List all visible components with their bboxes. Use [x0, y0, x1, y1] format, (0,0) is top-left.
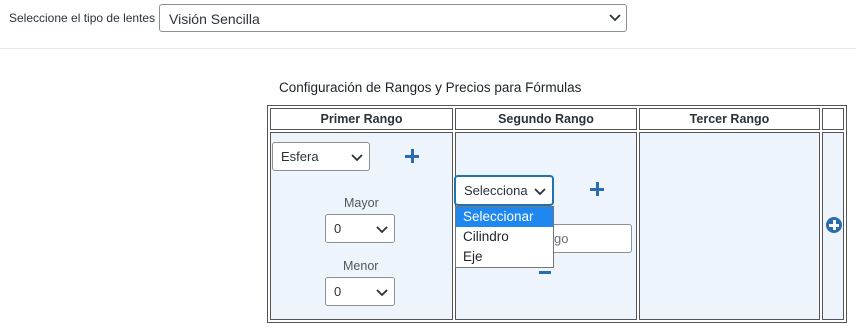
option-cilindro[interactable]: Cilindro: [456, 227, 553, 247]
header-tercer-rango: Tercer Rango: [639, 108, 820, 130]
lens-type-label: Seleccione el tipo de lentes: [9, 11, 156, 25]
primer-rango-type-value: Esfera: [281, 149, 319, 164]
menor-select[interactable]: 0: [325, 277, 395, 306]
add-criterion-plus-icon[interactable]: [590, 182, 604, 196]
lens-type-bar: Seleccione el tipo de lentes Visión Senc…: [0, 0, 856, 49]
primer-rango-type-select[interactable]: Esfera: [272, 142, 370, 171]
chevron-down-icon: [376, 289, 388, 297]
chevron-down-icon: [376, 226, 388, 234]
mayor-select[interactable]: 0: [325, 214, 395, 243]
header-segundo-rango: Segundo Rango: [455, 108, 637, 130]
cell-tercer-rango: [639, 132, 820, 320]
lens-type-select[interactable]: Visión Sencilla: [159, 4, 627, 32]
mayor-label: Mayor: [344, 196, 379, 210]
mayor-value: 0: [334, 221, 342, 236]
segundo-rango-type-value: Selecciona: [464, 183, 528, 198]
header-actions: [822, 108, 844, 130]
option-eje[interactable]: Eje: [456, 247, 553, 267]
minus-icon[interactable]: [539, 271, 551, 274]
chevron-down-icon: [351, 154, 363, 162]
segundo-rango-dropdown-list: Seleccionar Cilindro Eje: [455, 206, 554, 268]
plus-circle-icon[interactable]: [826, 217, 842, 233]
config-title: Configuración de Rangos y Precios para F…: [279, 80, 582, 95]
chevron-down-icon: [609, 14, 621, 22]
lens-type-value: Visión Sencilla: [169, 11, 260, 27]
add-criterion-plus-icon[interactable]: [405, 149, 419, 163]
segundo-rango-input-text: go: [554, 231, 569, 246]
menor-value: 0: [334, 284, 342, 299]
header-primer-rango: Primer Rango: [270, 108, 453, 130]
option-seleccionar[interactable]: Seleccionar: [456, 207, 553, 227]
menor-label: Menor: [343, 259, 379, 273]
segundo-rango-type-select[interactable]: Selecciona: [455, 176, 553, 205]
chevron-down-icon: [534, 188, 546, 196]
